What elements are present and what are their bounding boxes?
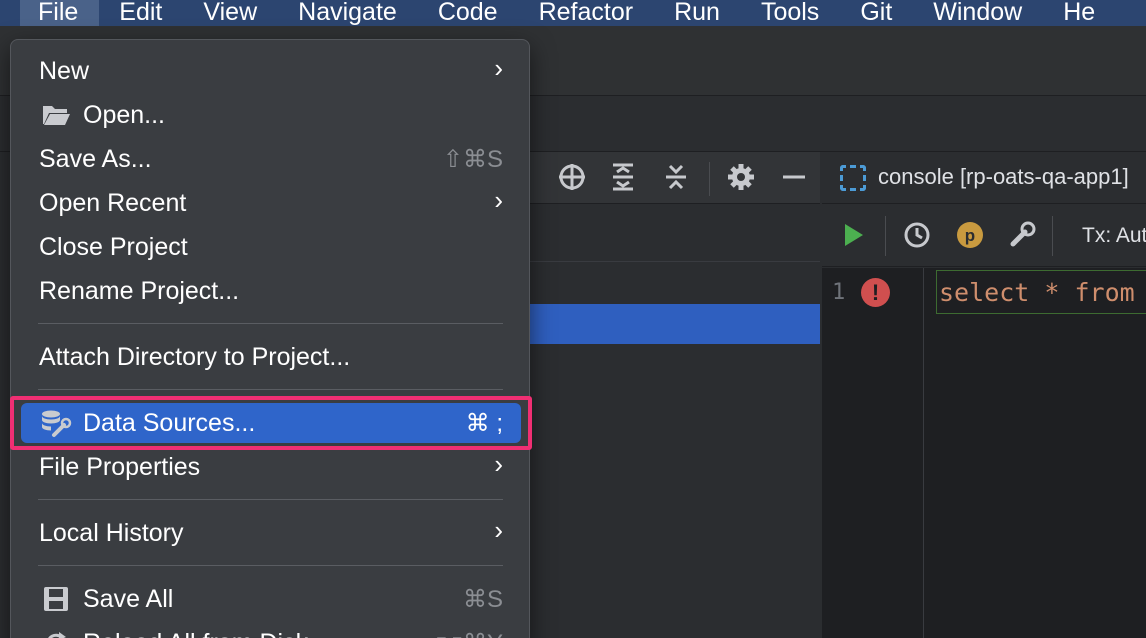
menu-item-save-as[interactable]: Save As... ⇧⌘S <box>21 139 521 179</box>
menu-run[interactable]: Run <box>654 0 741 26</box>
wrench-icon[interactable] <box>1006 220 1038 252</box>
menu-item-label: Open... <box>83 100 165 129</box>
toolbar-separator <box>1052 216 1053 256</box>
code-asterisk: * <box>1044 278 1060 307</box>
toolbar-separator <box>885 216 886 256</box>
error-icon[interactable]: ! <box>861 278 890 307</box>
menu-item-label: Local History <box>39 518 184 547</box>
menu-item-save-all[interactable]: Save All ⌘S <box>21 579 521 619</box>
menu-item-label: Attach Directory to Project... <box>39 342 351 371</box>
menu-item-label: Open Recent <box>39 188 187 217</box>
menu-item-label: Save As... <box>39 144 152 173</box>
menu-item-rename-project[interactable]: Rename Project... <box>21 271 521 311</box>
menu-item-file-properties[interactable]: File Properties › <box>21 447 521 487</box>
menu-edit[interactable]: Edit <box>99 0 183 26</box>
line-number: 1 <box>832 280 846 305</box>
menu-help[interactable]: He <box>1043 0 1116 26</box>
chevron-right-icon: › <box>494 449 503 479</box>
shortcut-label: ⌥⌘Y <box>435 629 503 638</box>
menu-item-label: New <box>39 56 90 85</box>
minimize-icon[interactable] <box>778 162 810 194</box>
code-keyword-select: select <box>939 278 1030 307</box>
menu-separator <box>38 389 503 390</box>
run-icon[interactable] <box>837 220 869 252</box>
shortcut-label: ⌘S <box>462 585 503 613</box>
collapse-all-icon[interactable] <box>660 162 692 194</box>
code-keyword-from: from <box>1074 278 1135 307</box>
folder-open-icon <box>39 98 73 132</box>
chevron-right-icon: › <box>494 53 503 83</box>
menu-item-close-project[interactable]: Close Project <box>21 227 521 267</box>
editor-gutter <box>822 268 924 638</box>
gear-icon[interactable] <box>725 162 757 194</box>
menu-git[interactable]: Git <box>840 0 913 26</box>
menu-window[interactable]: Window <box>913 0 1043 26</box>
highlight-annotation <box>10 396 532 450</box>
menu-item-label: Save All <box>83 584 174 613</box>
menu-tools[interactable]: Tools <box>741 0 840 26</box>
transaction-mode-dropdown[interactable]: Tx: Aut <box>1082 224 1146 248</box>
history-icon[interactable] <box>901 220 933 252</box>
editor-tab-console[interactable]: console [rp-oats-qa-app1] <box>878 164 1129 190</box>
svg-text:p: p <box>965 226 975 245</box>
menu-item-reload-all[interactable]: Reload All from Disk ⌥⌘Y <box>21 623 521 638</box>
menu-separator <box>38 323 503 324</box>
save-icon <box>39 582 73 616</box>
menu-item-open[interactable]: Open... <box>21 95 521 135</box>
menu-item-label: Reload All from Disk <box>83 629 308 638</box>
menu-item-open-recent[interactable]: Open Recent › <box>21 183 521 223</box>
shortcut-label: ⇧⌘S <box>442 145 503 173</box>
database-panel-subbar <box>530 204 820 262</box>
chevron-right-icon: › <box>494 185 503 215</box>
menu-navigate[interactable]: Navigate <box>278 0 418 26</box>
menu-refactor[interactable]: Refactor <box>519 0 654 26</box>
reload-icon <box>39 626 73 638</box>
profile-p-icon[interactable]: p <box>954 220 986 252</box>
menu-item-new[interactable]: New › <box>21 51 521 91</box>
expand-all-icon[interactable] <box>607 162 639 194</box>
menu-item-label: Close Project <box>39 232 188 261</box>
menu-item-local-history[interactable]: Local History › <box>21 513 521 553</box>
database-tree-selected-row[interactable] <box>530 304 820 344</box>
chevron-right-icon: › <box>494 515 503 545</box>
menu-file[interactable]: File <box>20 0 100 26</box>
menu-code[interactable]: Code <box>418 0 519 26</box>
menu-item-label: Rename Project... <box>39 276 240 305</box>
menu-item-attach-directory[interactable]: Attach Directory to Project... <box>21 337 521 377</box>
file-menu: New › Open... Save As... ⇧⌘S Open Recent… <box>10 39 530 638</box>
menu-bar: File Edit View Navigate Code Refactor Ru… <box>0 0 1146 26</box>
menu-item-label: File Properties <box>39 452 201 481</box>
locate-icon[interactable] <box>556 162 588 194</box>
code-line[interactable]: select * from <box>936 270 1146 314</box>
menu-separator <box>38 499 503 500</box>
console-icon <box>840 165 866 191</box>
menu-separator <box>38 565 503 566</box>
toolbar-separator <box>709 162 710 196</box>
menu-view[interactable]: View <box>183 0 278 26</box>
